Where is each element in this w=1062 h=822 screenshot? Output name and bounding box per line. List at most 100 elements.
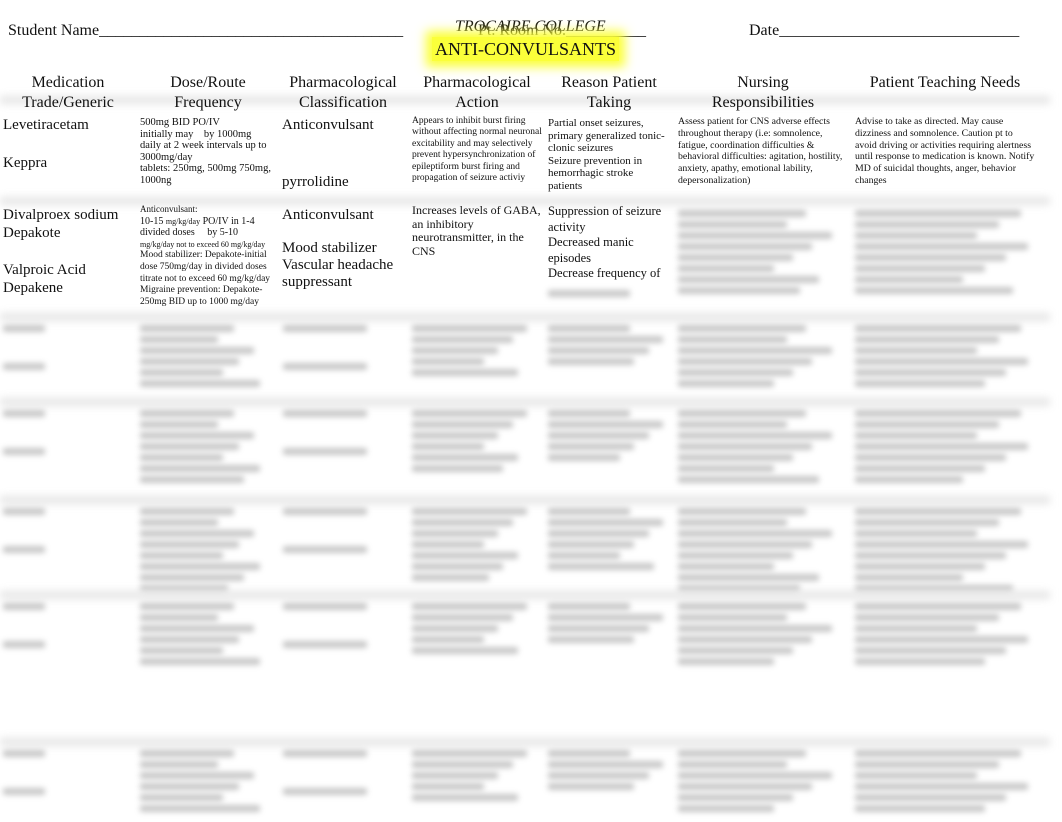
- obscured-text-line: [678, 761, 787, 768]
- obscured-text-line: [412, 347, 499, 354]
- obscured-text-line: [548, 347, 649, 354]
- obscured-text-line: [855, 750, 1021, 757]
- obscured-text-line: [412, 519, 513, 526]
- reason-cell: Suppression of seizure activity Decreased …: [548, 204, 662, 280]
- obscured-text-line: [678, 783, 813, 790]
- obscured-text-line: [283, 750, 367, 757]
- obscured-text-line: [678, 805, 774, 812]
- obscured-text-line: [855, 805, 985, 812]
- obscured-text-line: [412, 443, 484, 450]
- obscured-text-line: [412, 563, 504, 570]
- obscured-text-line: [678, 552, 794, 559]
- obscured-text-line: [140, 563, 260, 570]
- classification: Anticonvulsant: [282, 117, 374, 133]
- obscured-text-line: [678, 603, 806, 610]
- obscured-text-line: [140, 325, 234, 332]
- obscured-text-line: [140, 603, 234, 610]
- obscured-text-line: [140, 614, 218, 621]
- obscured-text-line: [678, 210, 806, 217]
- obscured-text-line: [855, 410, 1021, 417]
- obscured-text-line: [678, 614, 787, 621]
- obscured-text-line: [678, 772, 832, 779]
- obscured-text-line: [548, 454, 620, 461]
- obscured-text-line: [855, 254, 1007, 261]
- obscured-text-line: [678, 265, 774, 272]
- obscured-text-line: [412, 508, 528, 515]
- obscured-text-line: [412, 750, 528, 757]
- chemical-class: pyrrolidine: [282, 174, 349, 190]
- obscured-text-line: [855, 465, 985, 472]
- obscured-text-line: [678, 421, 787, 428]
- obscured-text-line: [855, 243, 1028, 250]
- obscured-text-line: [140, 443, 239, 450]
- obscured-text-line: [140, 794, 224, 801]
- obscured-text-line: [678, 476, 819, 483]
- obscured-text-line: [412, 614, 513, 621]
- obscured-text-line: [412, 358, 484, 365]
- obscured-text-line: [855, 772, 978, 779]
- obscured-text-line: [548, 603, 630, 610]
- obscured-text-line: [140, 336, 218, 343]
- obscured-text-line: [678, 519, 787, 526]
- obscured-text-line: [548, 325, 630, 332]
- obscured-text-line: [855, 530, 978, 537]
- obscured-text-line: [140, 772, 255, 779]
- obscured-text-line: [855, 636, 1028, 643]
- col-header-classification: Pharmacological Classification: [289, 74, 397, 111]
- obscured-text-line: [678, 410, 806, 417]
- obscured-text-line: [678, 625, 832, 632]
- obscured-text-line: [855, 563, 985, 570]
- obscured-text-line: [412, 772, 499, 779]
- trade-name: Depakote: [3, 225, 61, 241]
- reason-cell: Partial onset seizures, primary generaliz…: [548, 117, 665, 192]
- obscured-text-line: [678, 336, 787, 343]
- obscured-text-line: [678, 243, 813, 250]
- obscured-text-line: [855, 647, 1007, 654]
- obscured-text-line: [412, 336, 513, 343]
- obscured-text-line: [3, 363, 45, 370]
- obscured-text-line: [855, 380, 985, 387]
- obscured-text-line: [548, 563, 654, 570]
- obscured-text-line: [548, 358, 635, 365]
- obscured-text-line: [412, 410, 528, 417]
- col-header-dose: Dose/Route Frequency: [170, 74, 246, 111]
- date-field[interactable]: Date______________________________: [749, 22, 1019, 40]
- obscured-text-line: [548, 783, 635, 790]
- obscured-text-line: [412, 574, 489, 581]
- obscured-text-line: [855, 336, 999, 343]
- obscured-text-line: [678, 658, 774, 665]
- obscured-text-line: [855, 432, 978, 439]
- obscured-text-line: [548, 530, 649, 537]
- trade-name: Keppra: [3, 155, 48, 171]
- obscured-text-line: [140, 380, 260, 387]
- obscured-text-line: [855, 574, 963, 581]
- action-cell: Increases levels of GABA, an inhibitory …: [412, 203, 541, 258]
- obscured-text-line: [283, 788, 367, 795]
- col-header-nursing: Nursing Responsibilities: [711, 74, 815, 111]
- obscured-text-line: [3, 410, 45, 417]
- obscured-text-line: [855, 232, 978, 239]
- obscured-text-line: [412, 783, 484, 790]
- obscured-text-line: [140, 541, 239, 548]
- obscured-text-line: [140, 410, 234, 417]
- obscured-text-line: [412, 647, 518, 654]
- obscured-text-line: [283, 325, 367, 332]
- obscured-text-line: [412, 369, 518, 376]
- obscured-text-line: [283, 641, 367, 648]
- obscured-text-line: [412, 465, 504, 472]
- obscured-text-line: [548, 761, 664, 768]
- obscured-text-line: [412, 325, 528, 332]
- obscured-text-line: [548, 772, 649, 779]
- obscured-text-line: [678, 530, 832, 537]
- action-cell: Appears to inhibit burst firing without …: [412, 116, 542, 184]
- generic-name: Valproic Acid: [3, 262, 86, 278]
- obscured-text-line: [855, 454, 1007, 461]
- obscured-text-line: [283, 410, 367, 417]
- obscured-text-line: [140, 432, 255, 439]
- obscured-text-line: [412, 454, 518, 461]
- obscured-text-line: [678, 443, 813, 450]
- obscured-text-line: [548, 625, 649, 632]
- obscured-text-line: [678, 369, 794, 376]
- obscured-text-line: [855, 541, 1028, 548]
- student-name-field[interactable]: Student Name____________________________…: [8, 22, 403, 40]
